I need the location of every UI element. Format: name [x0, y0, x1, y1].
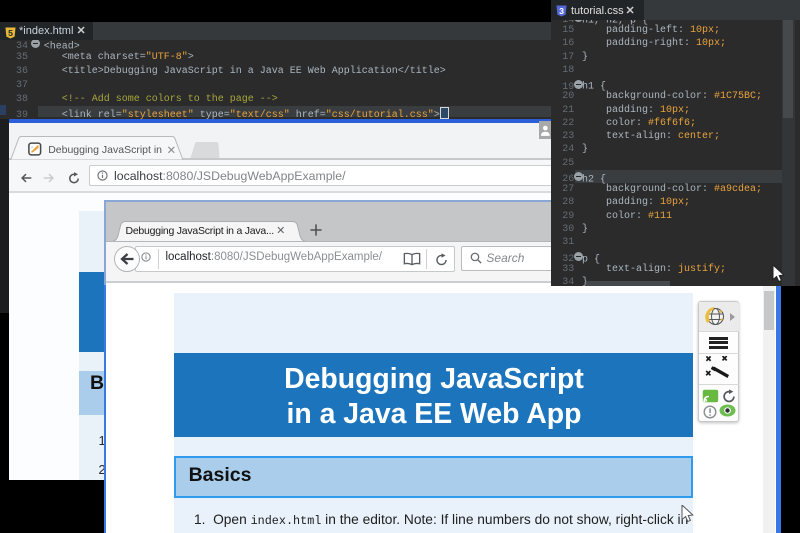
svg-text:5: 5 — [8, 28, 13, 38]
svg-text:3: 3 — [559, 6, 564, 16]
